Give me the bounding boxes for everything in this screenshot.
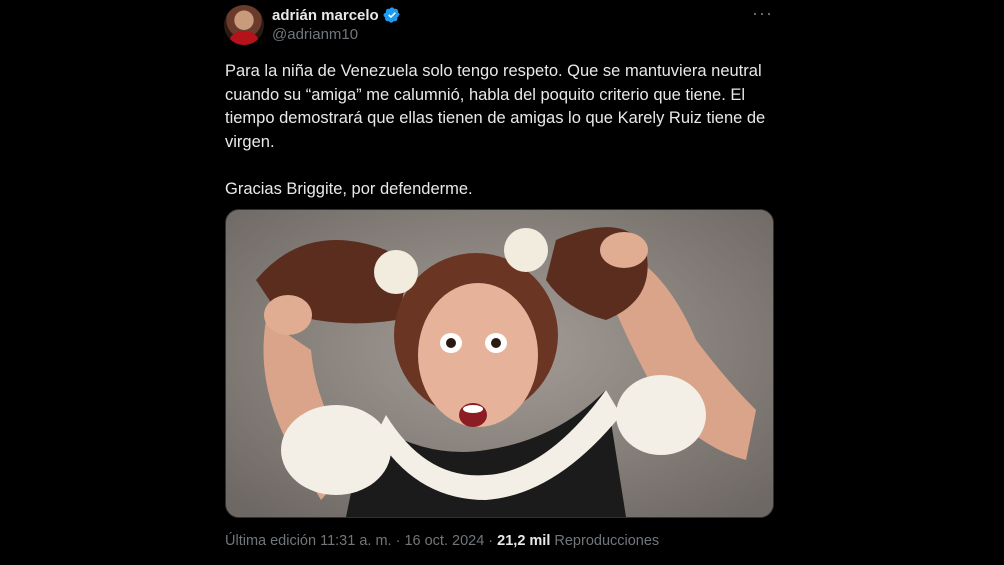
tweet-photo[interactable] (225, 209, 774, 518)
author-name-row: adrián marcelo (272, 6, 401, 24)
more-dots-icon[interactable]: ··· (752, 4, 772, 22)
tweet-text: Para la niña de Venezuela solo tengo res… (225, 62, 766, 198)
edited-timestamp[interactable]: Última edición 11:31 a. m. · 16 oct. 202… (225, 533, 497, 549)
author-handle[interactable]: @adrianm10 (272, 26, 358, 43)
views-label: Reproducciones (554, 533, 660, 549)
author-avatar[interactable] (224, 5, 264, 45)
author-name[interactable]: adrián marcelo (272, 7, 379, 24)
views-count: 21,2 mil (497, 533, 551, 549)
verified-badge-icon (383, 7, 400, 23)
photo-illustration (226, 210, 773, 517)
tweet-meta: Última edición 11:31 a. m. · 16 oct. 202… (225, 533, 659, 549)
tweet-card: adrián marcelo @adrianm10 ··· Para la ni… (224, 0, 774, 565)
